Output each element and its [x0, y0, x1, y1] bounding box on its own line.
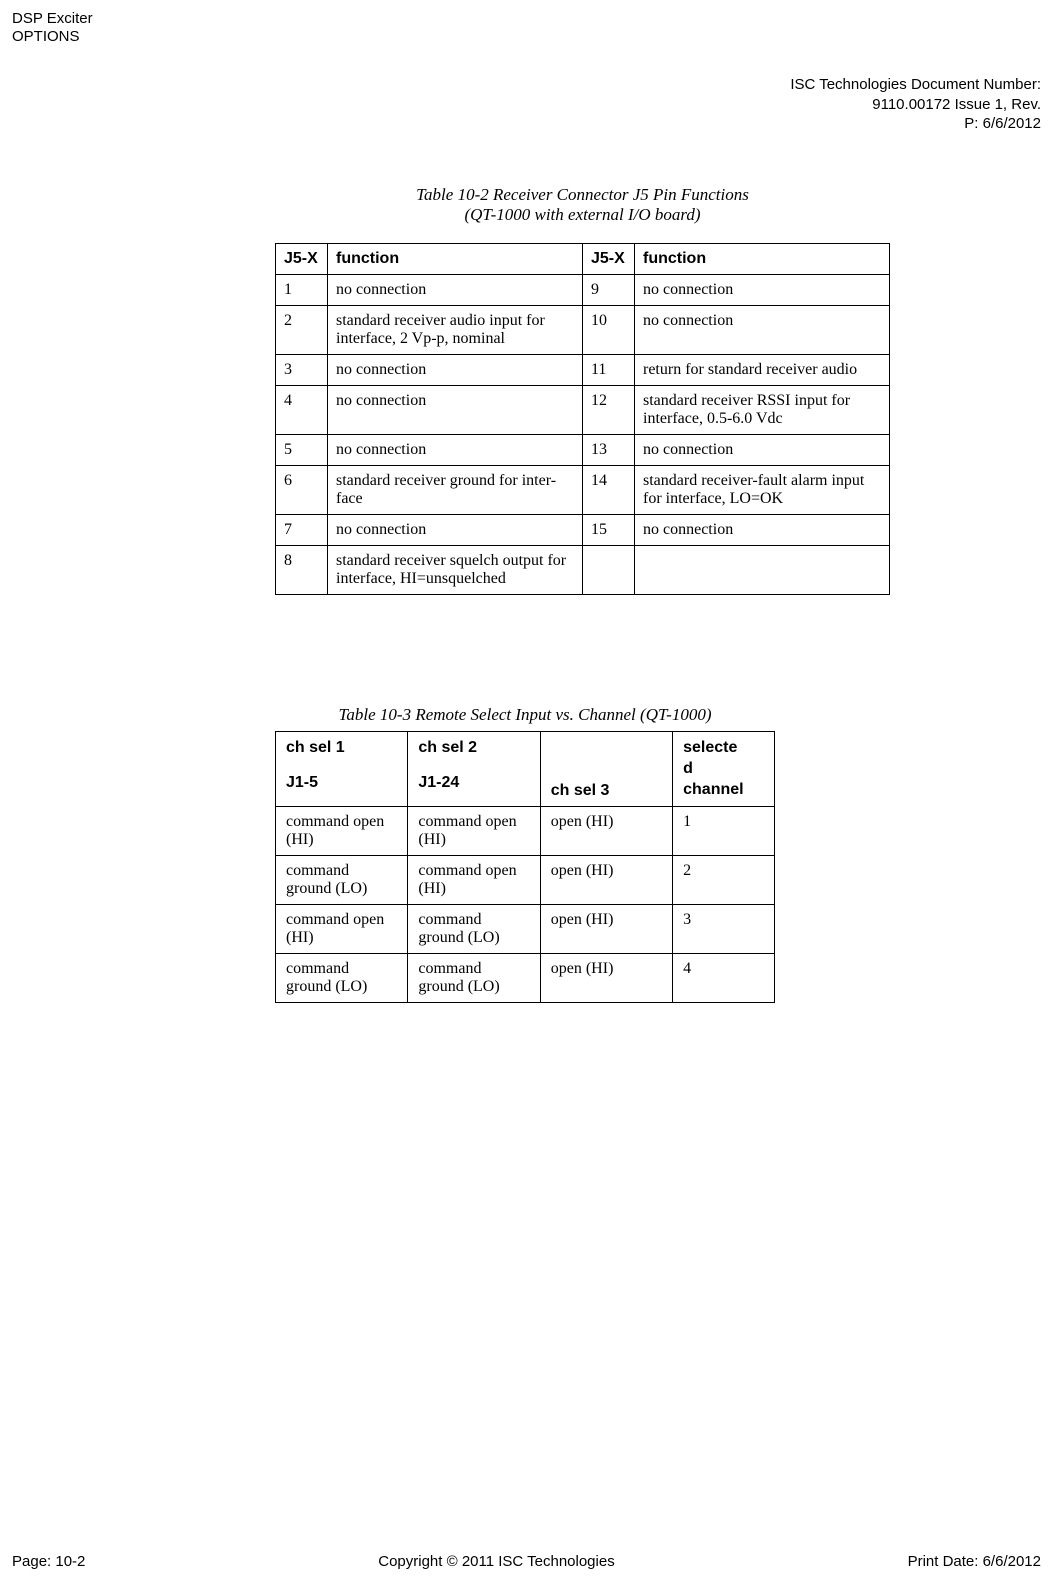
th-line: selecte — [683, 739, 737, 756]
table2-cell: command open (HI) — [276, 807, 408, 856]
table1-caption: Table 10-2 Receiver Connector J5 Pin Fun… — [275, 185, 890, 225]
table-row: command ground (LO) command open (HI) op… — [276, 856, 775, 905]
table2-cell: command open (HI) — [408, 856, 540, 905]
table2-cell: 1 — [673, 807, 775, 856]
footer-page: Page: 10-2 — [12, 1553, 85, 1570]
th-line: ch sel 1 — [286, 739, 345, 756]
th-line: J1-5 — [286, 773, 397, 794]
table1-cell: no connection — [328, 275, 583, 306]
table2-cell: open (HI) — [540, 856, 672, 905]
table1-cell: no connection — [635, 435, 890, 466]
table1-cell: standard receiver ground for inter-face — [328, 466, 583, 515]
table1-cell: 9 — [583, 275, 635, 306]
table-row: command ground (LO) command ground (LO) … — [276, 954, 775, 1003]
table-row: 7 no connection 15 no connection — [276, 515, 890, 546]
table1-container: Table 10-2 Receiver Connector J5 Pin Fun… — [275, 185, 890, 595]
table1-cell: no connection — [635, 306, 890, 355]
table1-cell: 12 — [583, 386, 635, 435]
table1-header-row: J5-X function J5-X function — [276, 244, 890, 275]
table2: ch sel 1 J1-5 ch sel 2 J1-24 ch sel 3 se… — [275, 731, 775, 1003]
table1-cell: no connection — [328, 435, 583, 466]
table1-body: 1 no connection 9 no connection 2 standa… — [276, 275, 890, 595]
th-line: d — [683, 760, 693, 777]
table1-cell: standard receiver RSSI input for interfa… — [635, 386, 890, 435]
table2-cell: command ground (LO) — [276, 856, 408, 905]
table1-cell: 2 — [276, 306, 328, 355]
table-row: 5 no connection 13 no connection — [276, 435, 890, 466]
doc-number: 9110.00172 Issue 1, Rev. — [790, 95, 1041, 115]
table2-header-3: selecte d channel — [673, 732, 775, 807]
table1-cell: 5 — [276, 435, 328, 466]
table1-cell: 14 — [583, 466, 635, 515]
table1-header-0: J5-X — [276, 244, 328, 275]
th-line: channel — [683, 781, 743, 798]
table1-cell: standard receiver-fault alarm input for … — [635, 466, 890, 515]
table2-header-2: ch sel 3 — [540, 732, 672, 807]
table-row: 4 no connection 12 standard receiver RSS… — [276, 386, 890, 435]
table2-cell: 3 — [673, 905, 775, 954]
doc-date: P: 6/6/2012 — [790, 114, 1041, 134]
th-line: ch sel 3 — [551, 782, 610, 799]
table1-cell: 4 — [276, 386, 328, 435]
table1-caption-line1: Table 10-2 Receiver Connector J5 Pin Fun… — [416, 185, 749, 204]
table2-caption: Table 10-3 Remote Select Input vs. Chann… — [275, 705, 775, 725]
header-right: ISC Technologies Document Number: 9110.0… — [790, 75, 1041, 134]
table1-cell: standard receiver squelch output for int… — [328, 546, 583, 595]
table1-cell: no connection — [635, 515, 890, 546]
table2-body: command open (HI) command open (HI) open… — [276, 807, 775, 1003]
table2-header-row: ch sel 1 J1-5 ch sel 2 J1-24 ch sel 3 se… — [276, 732, 775, 807]
table2-cell: command open (HI) — [276, 905, 408, 954]
table1-cell: 11 — [583, 355, 635, 386]
table1-cell: 10 — [583, 306, 635, 355]
table2-cell: command ground (LO) — [408, 954, 540, 1003]
table2-cell: open (HI) — [540, 905, 672, 954]
header-title-line1: DSP Exciter — [12, 10, 93, 28]
table2-container: Table 10-3 Remote Select Input vs. Chann… — [275, 705, 775, 1003]
table1-header-1: function — [328, 244, 583, 275]
table1-cell — [583, 546, 635, 595]
footer: Page: 10-2 Copyright © 2011 ISC Technolo… — [12, 1553, 1041, 1570]
table2-cell: open (HI) — [540, 807, 672, 856]
table1-cell: 3 — [276, 355, 328, 386]
table1-cell: 13 — [583, 435, 635, 466]
table1-cell: no connection — [328, 386, 583, 435]
footer-copyright: Copyright © 2011 ISC Technologies — [378, 1553, 614, 1570]
table2-header-1: ch sel 2 J1-24 — [408, 732, 540, 807]
table-row: command open (HI) command ground (LO) op… — [276, 905, 775, 954]
table1: J5-X function J5-X function 1 no connect… — [275, 243, 890, 595]
table1-cell: 8 — [276, 546, 328, 595]
header-left: DSP Exciter OPTIONS — [12, 10, 93, 46]
table-row: 1 no connection 9 no connection — [276, 275, 890, 306]
table1-cell — [635, 546, 890, 595]
header-title-line2: OPTIONS — [12, 28, 93, 46]
table1-cell: no connection — [328, 355, 583, 386]
table1-cell: 7 — [276, 515, 328, 546]
table1-cell: 15 — [583, 515, 635, 546]
table-row: 3 no connection 11 return for standard r… — [276, 355, 890, 386]
table-row: 2 standard receiver audio input for inte… — [276, 306, 890, 355]
table2-header-0: ch sel 1 J1-5 — [276, 732, 408, 807]
table2-cell: 2 — [673, 856, 775, 905]
table1-cell: 6 — [276, 466, 328, 515]
th-line: ch sel 2 — [418, 739, 477, 756]
table2-cell: command open (HI) — [408, 807, 540, 856]
doc-label: ISC Technologies Document Number: — [790, 75, 1041, 95]
table1-cell: 1 — [276, 275, 328, 306]
table1-cell: no connection — [635, 275, 890, 306]
table-row: 6 standard receiver ground for inter-fac… — [276, 466, 890, 515]
footer-print-date: Print Date: 6/6/2012 — [908, 1553, 1041, 1570]
th-line: J1-24 — [418, 773, 529, 794]
table2-cell: 4 — [673, 954, 775, 1003]
table1-cell: no connection — [328, 515, 583, 546]
table-row: command open (HI) command open (HI) open… — [276, 807, 775, 856]
table2-cell: command ground (LO) — [408, 905, 540, 954]
table2-cell: command ground (LO) — [276, 954, 408, 1003]
table1-cell: return for standard receiver audio — [635, 355, 890, 386]
table1-caption-line2: (QT-1000 with external I/O board) — [464, 205, 700, 224]
table1-cell: standard receiver audio input for interf… — [328, 306, 583, 355]
table2-cell: open (HI) — [540, 954, 672, 1003]
table1-header-2: J5-X — [583, 244, 635, 275]
table1-header-3: function — [635, 244, 890, 275]
table-row: 8 standard receiver squelch output for i… — [276, 546, 890, 595]
